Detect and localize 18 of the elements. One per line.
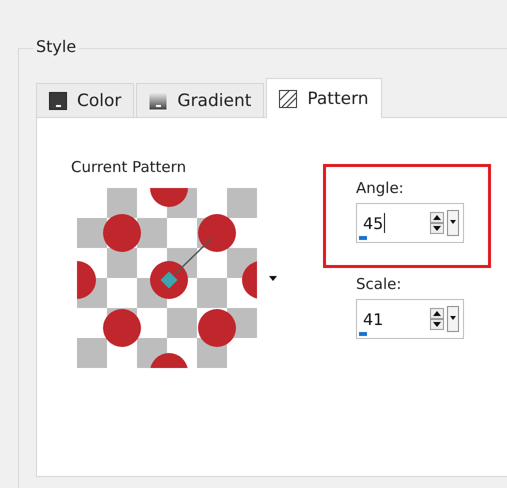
dropdown-caret-icon[interactable] — [447, 306, 459, 332]
spin-buttons-icon[interactable] — [430, 212, 444, 234]
pattern-preview-drawing[interactable] — [77, 188, 257, 368]
current-pattern-label: Current Pattern — [71, 158, 188, 176]
dropdown-caret-icon[interactable] — [447, 210, 459, 236]
color-swatch-icon — [49, 92, 67, 110]
tab[interactable]: Color — [36, 83, 134, 117]
number-input-field[interactable]: 41 — [356, 299, 464, 339]
field-label: Angle: — [356, 179, 405, 197]
field-label: Scale: — [356, 275, 402, 293]
dropdown-caret-icon[interactable] — [269, 276, 277, 280]
gradient-swatch-icon — [149, 92, 168, 110]
tab[interactable]: Gradient — [136, 83, 264, 117]
spin-buttons-icon[interactable] — [430, 308, 444, 330]
tab[interactable]: Pattern — [266, 78, 382, 118]
number-input-field[interactable]: 45 — [356, 203, 464, 243]
group-title: Style — [33, 37, 80, 56]
hatched-swatch-icon — [279, 90, 298, 108]
